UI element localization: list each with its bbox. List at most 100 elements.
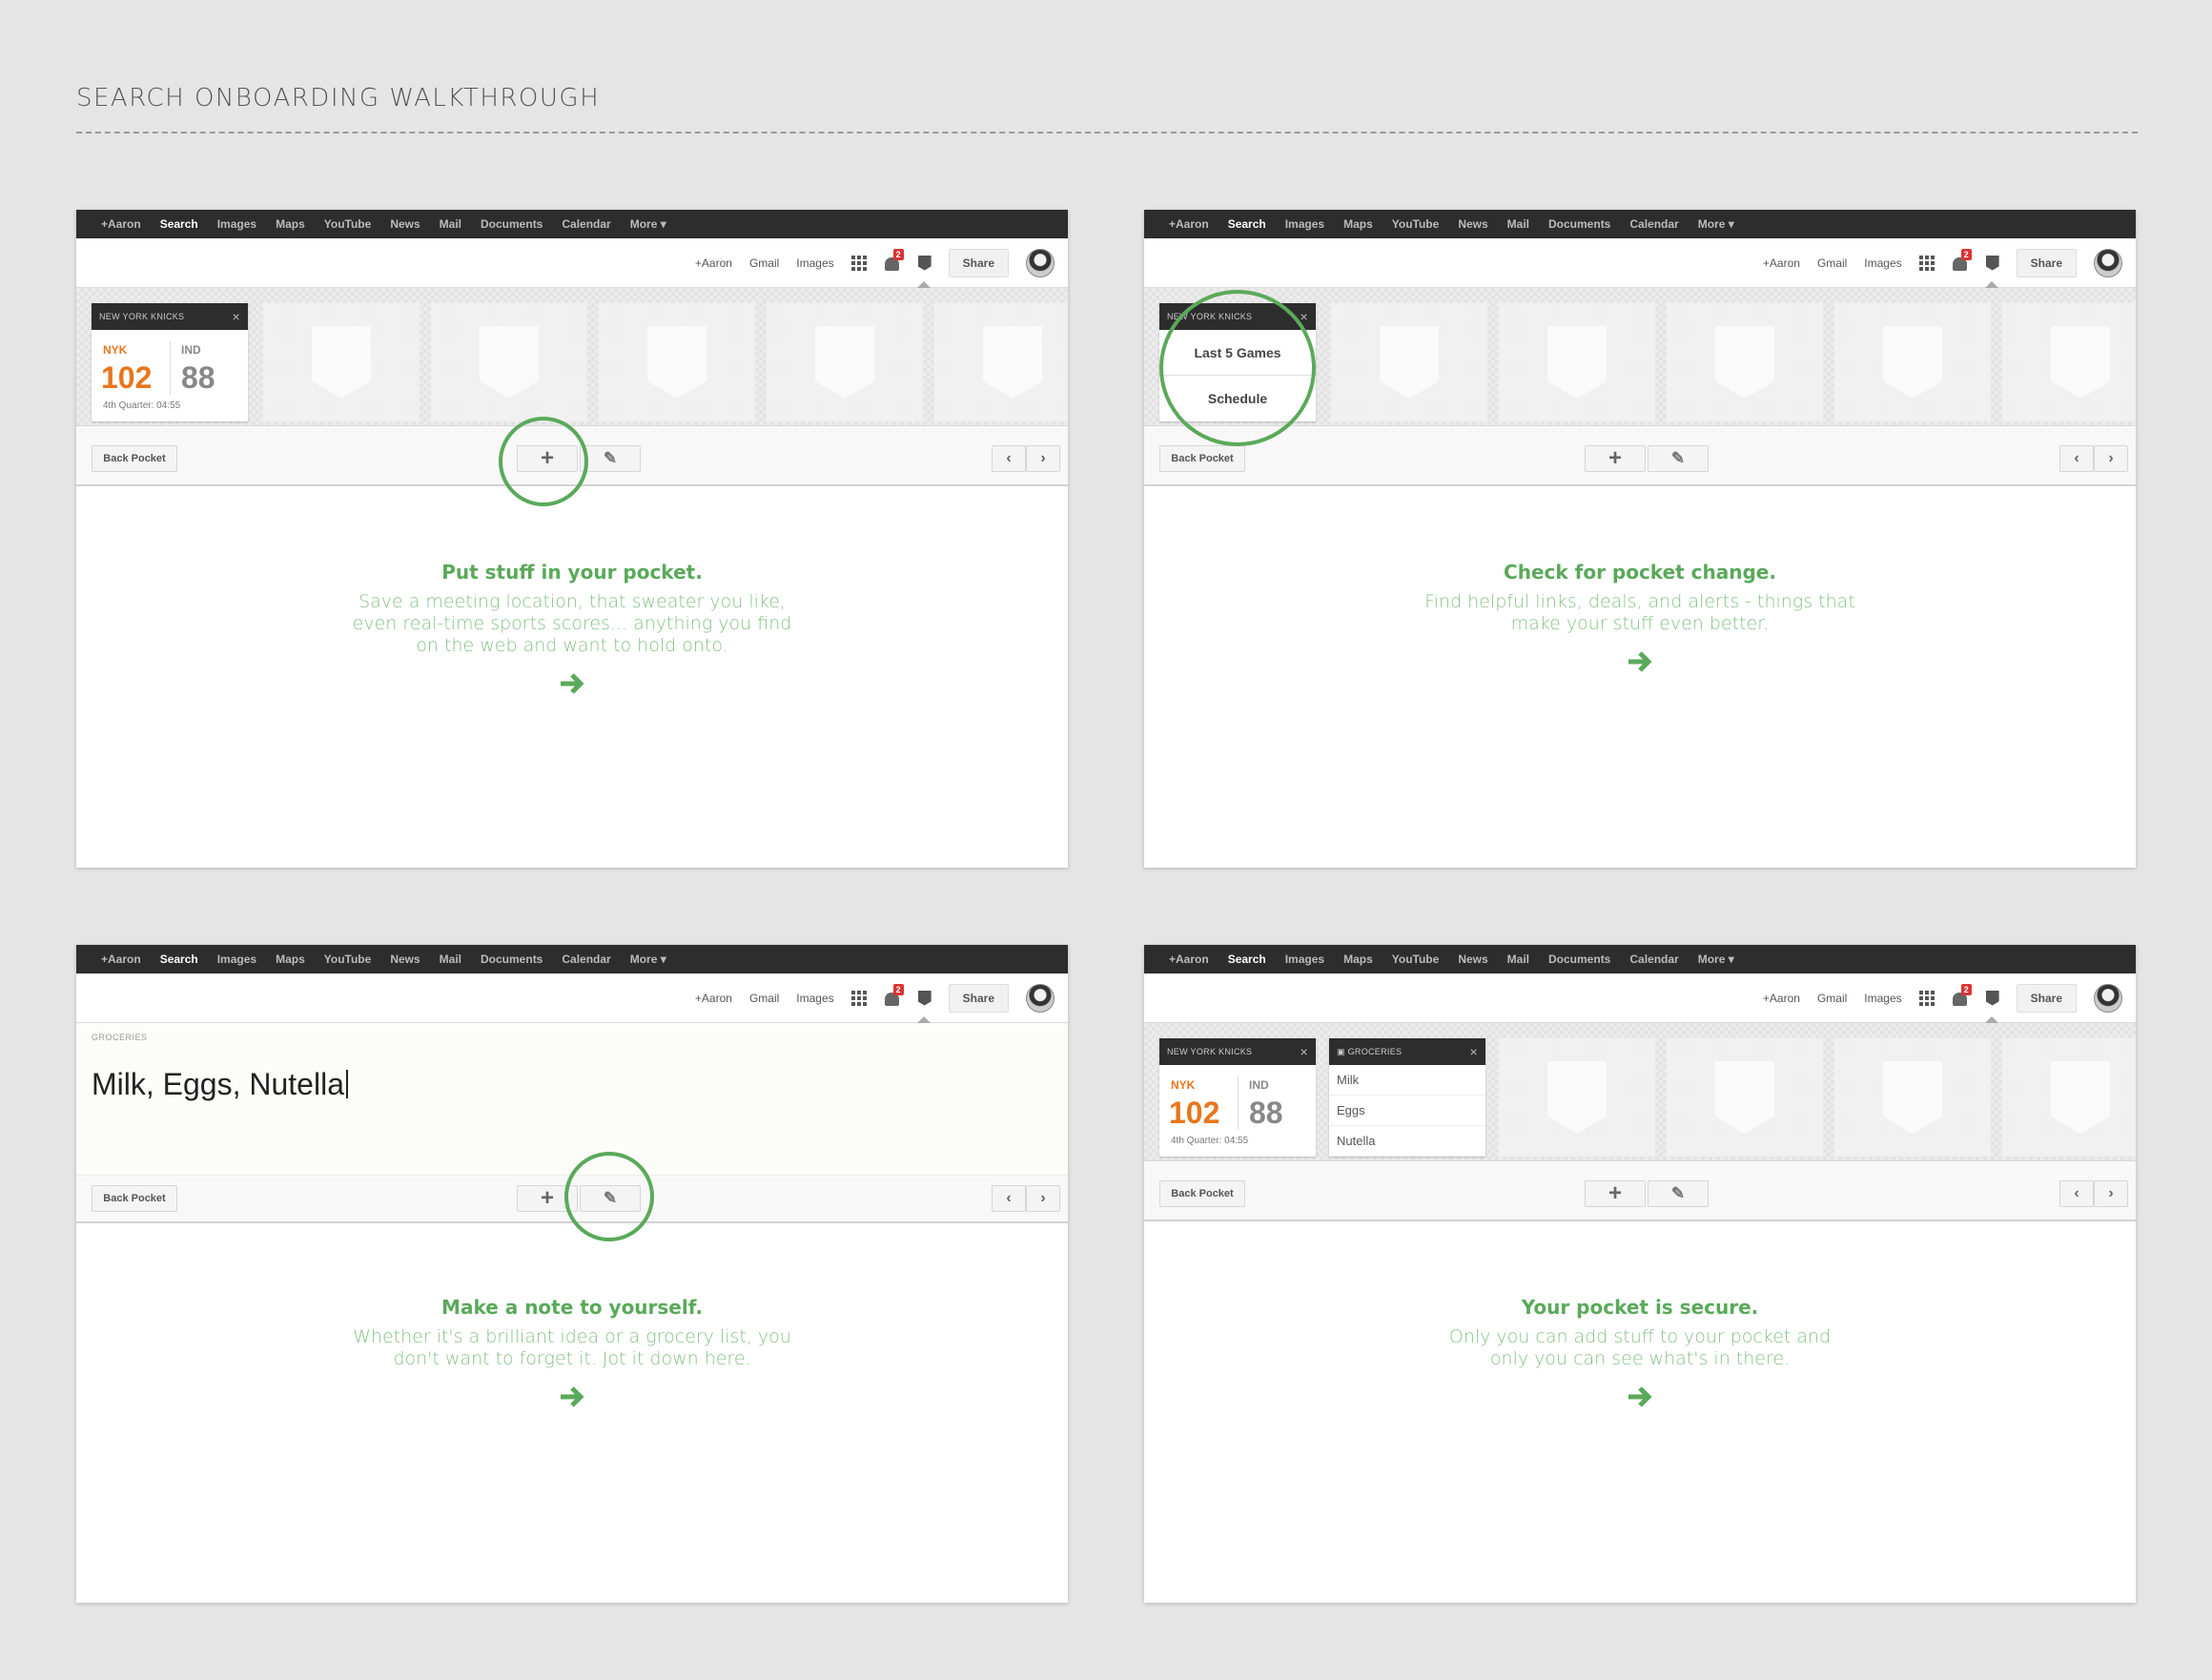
link-gmail[interactable]: Gmail xyxy=(749,992,779,1005)
nav-youtube[interactable]: YouTube xyxy=(324,953,372,966)
empty-pocket-slot[interactable] xyxy=(934,303,1068,421)
nav-youtube[interactable]: YouTube xyxy=(1392,953,1440,966)
next-arrow-icon[interactable] xyxy=(559,672,585,695)
note-editor[interactable]: GROCERIES Milk, Eggs, Nutella xyxy=(76,1023,1068,1176)
apps-grid-icon[interactable] xyxy=(1918,990,1935,1006)
nav-more[interactable]: More ▾ xyxy=(1698,953,1734,966)
nav-maps[interactable]: Maps xyxy=(1343,953,1373,966)
grocery-item[interactable]: Nutella xyxy=(1329,1126,1485,1157)
notifications-bell-icon[interactable]: 2 xyxy=(1952,248,1972,273)
nav-search[interactable]: Search xyxy=(160,217,198,231)
avatar[interactable] xyxy=(2094,983,2122,1013)
link-aaron[interactable]: +Aaron xyxy=(695,992,732,1005)
nav-images[interactable]: Images xyxy=(1285,953,1324,966)
pocket-icon[interactable] xyxy=(1985,990,1999,1006)
link-aaron[interactable]: +Aaron xyxy=(695,256,732,270)
nav-more[interactable]: More ▾ xyxy=(1698,217,1734,231)
link-images[interactable]: Images xyxy=(1864,992,1901,1005)
link-images[interactable]: Images xyxy=(796,992,833,1005)
nav-aaron[interactable]: +Aaron xyxy=(1169,953,1209,966)
avatar[interactable] xyxy=(2094,248,2122,277)
nav-mail[interactable]: Mail xyxy=(440,217,461,231)
nav-news[interactable]: News xyxy=(390,217,420,231)
nav-mail[interactable]: Mail xyxy=(440,953,461,966)
nav-news[interactable]: News xyxy=(390,953,420,966)
nav-search[interactable]: Search xyxy=(1228,953,1266,966)
nav-images[interactable]: Images xyxy=(217,217,256,231)
next-button[interactable]: › xyxy=(2094,1180,2128,1207)
back-pocket-button[interactable]: Back Pocket xyxy=(92,1185,177,1212)
nav-youtube[interactable]: YouTube xyxy=(324,217,372,231)
back-pocket-button[interactable]: Back Pocket xyxy=(1159,445,1245,472)
prev-button[interactable]: ‹ xyxy=(992,1185,1026,1212)
nav-mail[interactable]: Mail xyxy=(1507,953,1529,966)
nav-images[interactable]: Images xyxy=(1285,217,1324,231)
note-button[interactable]: ✎ xyxy=(580,445,641,472)
notifications-bell-icon[interactable]: 2 xyxy=(884,983,904,1008)
next-button[interactable]: › xyxy=(1026,1185,1060,1212)
prev-button[interactable]: ‹ xyxy=(992,445,1026,472)
empty-pocket-slot[interactable] xyxy=(1331,303,1487,421)
prev-button[interactable]: ‹ xyxy=(2059,445,2094,472)
empty-pocket-slot[interactable] xyxy=(767,303,923,421)
next-arrow-icon[interactable] xyxy=(1627,1385,1653,1408)
link-gmail[interactable]: Gmail xyxy=(1817,256,1847,270)
empty-pocket-slot[interactable] xyxy=(2002,303,2136,421)
nav-aaron[interactable]: +Aaron xyxy=(101,217,141,231)
close-icon[interactable]: × xyxy=(233,309,240,324)
grocery-item[interactable]: Milk xyxy=(1329,1065,1485,1096)
nav-documents[interactable]: Documents xyxy=(481,953,543,966)
nav-search[interactable]: Search xyxy=(1228,217,1266,231)
avatar[interactable] xyxy=(1026,248,1055,277)
next-button[interactable]: › xyxy=(2094,445,2128,472)
apps-grid-icon[interactable] xyxy=(850,255,867,271)
empty-pocket-slot[interactable] xyxy=(263,303,420,421)
nav-more[interactable]: More ▾ xyxy=(630,953,666,966)
nav-maps[interactable]: Maps xyxy=(276,217,305,231)
close-icon[interactable]: × xyxy=(1301,1044,1308,1059)
close-icon[interactable]: × xyxy=(1470,1044,1478,1059)
next-button[interactable]: › xyxy=(1026,445,1060,472)
nav-calendar[interactable]: Calendar xyxy=(1629,953,1678,966)
nav-images[interactable]: Images xyxy=(217,953,256,966)
note-button[interactable]: ✎ xyxy=(1648,1180,1709,1207)
nav-documents[interactable]: Documents xyxy=(1548,217,1610,231)
nav-calendar[interactable]: Calendar xyxy=(562,953,610,966)
empty-pocket-slot[interactable] xyxy=(1834,1038,1991,1157)
nav-maps[interactable]: Maps xyxy=(276,953,305,966)
empty-pocket-slot[interactable] xyxy=(599,303,755,421)
next-arrow-icon[interactable] xyxy=(1627,650,1653,673)
note-button[interactable]: ✎ xyxy=(1648,445,1709,472)
link-aaron[interactable]: +Aaron xyxy=(1763,992,1800,1005)
nav-calendar[interactable]: Calendar xyxy=(1629,217,1678,231)
empty-pocket-slot[interactable] xyxy=(1834,303,1991,421)
link-images[interactable]: Images xyxy=(1864,256,1901,270)
share-button[interactable]: Share xyxy=(2016,983,2077,1013)
notifications-bell-icon[interactable]: 2 xyxy=(1952,983,1972,1008)
pocket-icon[interactable] xyxy=(1985,255,1999,271)
next-arrow-icon[interactable] xyxy=(559,1385,585,1408)
empty-pocket-slot[interactable] xyxy=(1499,1038,1655,1157)
nav-mail[interactable]: Mail xyxy=(1507,217,1529,231)
nav-maps[interactable]: Maps xyxy=(1343,217,1373,231)
share-button[interactable]: Share xyxy=(2016,248,2077,277)
empty-pocket-slot[interactable] xyxy=(1499,303,1655,421)
apps-grid-icon[interactable] xyxy=(1918,255,1935,271)
groceries-card[interactable]: ▣ GROCERIES × Milk Eggs Nutella xyxy=(1329,1038,1485,1157)
nav-documents[interactable]: Documents xyxy=(481,217,543,231)
empty-pocket-slot[interactable] xyxy=(2002,1038,2136,1157)
score-card[interactable]: NEW YORK KNICKS × NYK 102 IND 88 4th Quar… xyxy=(1159,1038,1316,1157)
link-gmail[interactable]: Gmail xyxy=(1817,992,1847,1005)
add-button[interactable]: + xyxy=(1585,1180,1646,1207)
pocket-icon[interactable] xyxy=(917,990,932,1006)
link-aaron[interactable]: +Aaron xyxy=(1763,256,1800,270)
nav-calendar[interactable]: Calendar xyxy=(562,217,610,231)
nav-youtube[interactable]: YouTube xyxy=(1392,217,1440,231)
score-card[interactable]: NEW YORK KNICKS × NYK 102 IND 88 4th Quar… xyxy=(92,303,248,421)
avatar[interactable] xyxy=(1026,983,1055,1013)
nav-more[interactable]: More ▾ xyxy=(630,217,666,231)
add-button[interactable]: + xyxy=(1585,445,1646,472)
nav-search[interactable]: Search xyxy=(160,953,198,966)
nav-documents[interactable]: Documents xyxy=(1548,953,1610,966)
notifications-bell-icon[interactable]: 2 xyxy=(884,248,904,273)
